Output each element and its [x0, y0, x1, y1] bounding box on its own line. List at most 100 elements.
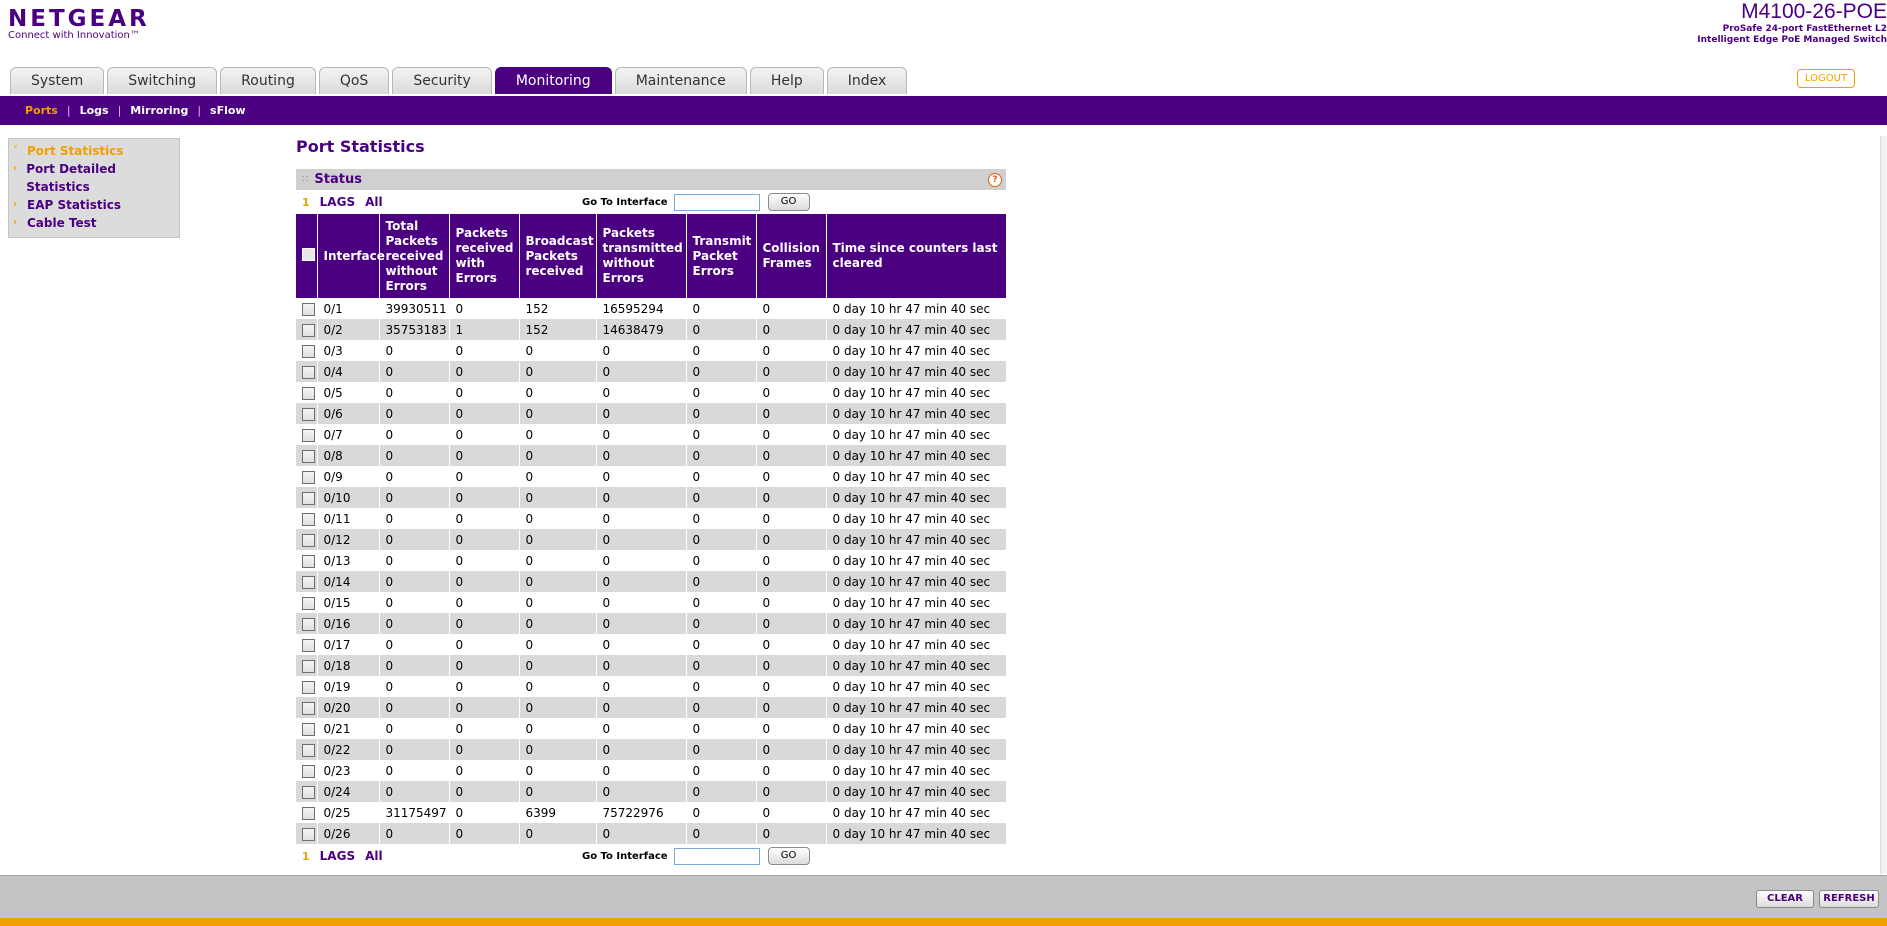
column-header: Time since counters last cleared — [826, 214, 1007, 298]
tab-monitoring[interactable]: Monitoring — [494, 67, 612, 94]
device-info: M4100-26-POE ProSafe 24-port FastEtherne… — [1527, 0, 1887, 46]
refresh-button[interactable]: REFRESH — [1819, 890, 1879, 908]
clear-button[interactable]: CLEAR — [1756, 890, 1814, 908]
row-checkbox[interactable] — [302, 764, 315, 778]
table-row: 0/7 0 0 0 0 0 0 0 day 10 hr 47 min 40 sec — [296, 424, 1007, 445]
row-checkbox[interactable] — [302, 323, 315, 337]
table-cell: 0 — [379, 424, 450, 445]
table-cell: 0 — [449, 634, 520, 655]
row-checkbox[interactable] — [302, 785, 315, 799]
row-select-cell — [296, 697, 318, 718]
row-checkbox[interactable] — [302, 827, 315, 841]
row-checkbox[interactable] — [302, 386, 315, 400]
logout-button[interactable]: LOGOUT — [1797, 69, 1855, 88]
table-cell: 0 — [596, 655, 687, 676]
row-checkbox[interactable] — [302, 302, 315, 316]
table-cell: 0 — [379, 781, 450, 802]
table-cell: 0 — [449, 424, 520, 445]
table-row: 0/13 0 0 0 0 0 0 0 day 10 hr 47 min 40 sec — [296, 550, 1007, 571]
goto-interface-input[interactable] — [673, 193, 760, 211]
go-button[interactable]: GO — [767, 193, 810, 211]
table-cell: 0/7 — [317, 424, 380, 445]
row-checkbox[interactable] — [302, 617, 315, 631]
help-icon[interactable]: ? — [988, 172, 1002, 187]
table-row: 0/9 0 0 0 0 0 0 0 day 10 hr 47 min 40 sec — [296, 466, 1007, 487]
row-checkbox[interactable] — [302, 638, 315, 652]
row-checkbox[interactable] — [302, 575, 315, 589]
table-cell: 0 — [756, 298, 827, 319]
tab-security[interactable]: Security — [392, 67, 492, 94]
row-checkbox[interactable] — [302, 659, 315, 673]
tab-system[interactable]: System — [10, 67, 105, 94]
table-cell: 0/21 — [317, 718, 380, 739]
filter-unit-1[interactable]: 1 — [302, 196, 310, 209]
goto-interface-input-bottom[interactable] — [673, 847, 760, 865]
tab-qos[interactable]: QoS — [318, 67, 390, 94]
table-cell: 0 day 10 hr 47 min 40 sec — [826, 340, 1007, 361]
row-checkbox[interactable] — [302, 407, 315, 421]
drag-grip-icon[interactable]: ∷ — [302, 174, 308, 185]
subnav-ports[interactable]: Ports — [25, 104, 58, 117]
left-menu-item[interactable]: › EAP Statistics — [9, 196, 179, 214]
row-checkbox[interactable] — [302, 428, 315, 442]
tab-help[interactable]: Help — [749, 67, 824, 94]
row-checkbox[interactable] — [302, 806, 315, 820]
row-checkbox[interactable] — [302, 596, 315, 610]
table-cell: 0 day 10 hr 47 min 40 sec — [826, 445, 1007, 466]
table-cell: 0 — [596, 445, 687, 466]
table-cell: 0 — [379, 466, 450, 487]
row-checkbox[interactable] — [302, 344, 315, 358]
row-checkbox[interactable] — [302, 491, 315, 505]
filter-unit-1-bottom[interactable]: 1 — [302, 850, 310, 863]
table-cell: 0 — [379, 550, 450, 571]
left-menu-item[interactable]: › Port Detailed Statistics — [9, 160, 179, 196]
subnav-separator: | — [117, 104, 122, 117]
tab-index[interactable]: Index — [826, 67, 908, 94]
row-checkbox[interactable] — [302, 365, 315, 379]
table-cell: 0 day 10 hr 47 min 40 sec — [826, 403, 1007, 424]
row-checkbox[interactable] — [302, 554, 315, 568]
filter-all-link[interactable]: All — [365, 195, 383, 209]
table-cell: 0 — [686, 298, 757, 319]
table-cell: 0 — [449, 718, 520, 739]
left-menu-item[interactable]: › Cable Test — [9, 214, 179, 232]
select-all-checkbox[interactable] — [302, 247, 315, 261]
subnav-logs[interactable]: Logs — [80, 104, 109, 117]
tab-routing[interactable]: Routing — [220, 67, 316, 94]
row-checkbox[interactable] — [302, 722, 315, 736]
table-row: 0/2 35753183 1 152 14638479 0 0 0 day 10 hr 47 … — [296, 319, 1007, 340]
filter-all-link-bottom[interactable]: All — [365, 849, 383, 863]
row-checkbox[interactable] — [302, 512, 315, 526]
row-checkbox[interactable] — [302, 533, 315, 547]
row-checkbox[interactable] — [302, 449, 315, 463]
left-menu-item[interactable]: ˅ Port Statistics — [9, 142, 179, 160]
table-cell: 0 — [519, 760, 597, 781]
filter-lags-link[interactable]: LAGS — [320, 195, 355, 209]
row-select-cell — [296, 571, 318, 592]
vertical-scrollbar[interactable] — [1880, 136, 1887, 874]
row-select-cell — [296, 550, 318, 571]
tab-switching[interactable]: Switching — [107, 67, 218, 94]
filter-lags-link-bottom[interactable]: LAGS — [320, 849, 355, 863]
table-cell: 0 — [596, 361, 687, 382]
go-button-bottom[interactable]: GO — [767, 847, 810, 865]
subnav-sflow[interactable]: sFlow — [210, 104, 246, 117]
table-row: 0/6 0 0 0 0 0 0 0 day 10 hr 47 min 40 sec — [296, 403, 1007, 424]
row-checkbox[interactable] — [302, 470, 315, 484]
column-header: Transmit Packet Errors — [686, 214, 757, 298]
table-cell: 0 — [596, 466, 687, 487]
table-cell: 0 — [449, 760, 520, 781]
table-cell: 0 — [686, 382, 757, 403]
row-checkbox[interactable] — [302, 743, 315, 757]
table-cell: 0/20 — [317, 697, 380, 718]
chevron-down-icon: ˅ — [13, 145, 18, 156]
row-checkbox[interactable] — [302, 701, 315, 715]
subnav-mirroring[interactable]: Mirroring — [130, 104, 188, 117]
table-cell: 0 — [686, 466, 757, 487]
table-cell: 0 — [379, 487, 450, 508]
row-checkbox[interactable] — [302, 680, 315, 694]
tab-maintenance[interactable]: Maintenance — [614, 67, 747, 94]
table-cell: 0 — [519, 718, 597, 739]
table-cell: 0 — [449, 508, 520, 529]
filter-row-top: 1 LAGS All Go To Interface GO — [296, 190, 1006, 214]
